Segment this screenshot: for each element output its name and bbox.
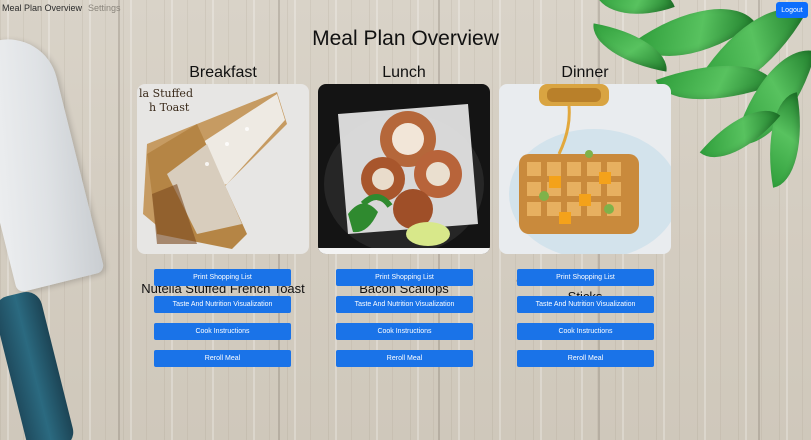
taste-nutrition-visualization-button[interactable]: Taste And Nutrition Visualization: [517, 296, 654, 313]
knife-blade-decoration: [0, 28, 105, 294]
svg-text:h Toast: h Toast: [149, 101, 190, 114]
meal-photo-lunch: [318, 84, 490, 254]
meal-heading: Lunch: [382, 64, 426, 81]
cook-instructions-button[interactable]: Cook Instructions: [336, 323, 473, 340]
meal-heading: Dinner: [561, 64, 609, 81]
meal-actions-dinner: Print Shopping List Taste And Nutrition …: [517, 269, 654, 377]
logout-button[interactable]: Logout: [776, 2, 808, 18]
knife-handle-decoration: [0, 288, 77, 440]
top-nav: Meal Plan Overview Settings: [2, 3, 121, 13]
nav-brand-link[interactable]: Meal Plan Overview: [2, 3, 82, 13]
cook-instructions-button[interactable]: Cook Instructions: [517, 323, 654, 340]
nav-settings-link[interactable]: Settings: [88, 3, 121, 13]
meal-actions-lunch: Print Shopping List Taste And Nutrition …: [336, 269, 473, 377]
svg-text:la Stuffed: la Stuffed: [139, 87, 193, 100]
meal-actions-breakfast: Print Shopping List Taste And Nutrition …: [154, 269, 291, 377]
reroll-meal-button[interactable]: Reroll Meal: [154, 350, 291, 367]
cook-instructions-button[interactable]: Cook Instructions: [154, 323, 291, 340]
print-shopping-list-button[interactable]: Print Shopping List: [154, 269, 291, 286]
taste-nutrition-visualization-button[interactable]: Taste And Nutrition Visualization: [336, 296, 473, 313]
reroll-meal-button[interactable]: Reroll Meal: [517, 350, 654, 367]
meal-photo-breakfast: la Stuffed h Toast: [137, 84, 309, 254]
print-shopping-list-button[interactable]: Print Shopping List: [517, 269, 654, 286]
page-title: Meal Plan Overview: [312, 27, 499, 50]
meal-photo-dinner: [499, 84, 671, 254]
taste-nutrition-visualization-button[interactable]: Taste And Nutrition Visualization: [154, 296, 291, 313]
meal-heading: Breakfast: [189, 64, 257, 81]
reroll-meal-button[interactable]: Reroll Meal: [336, 350, 473, 367]
print-shopping-list-button[interactable]: Print Shopping List: [336, 269, 473, 286]
